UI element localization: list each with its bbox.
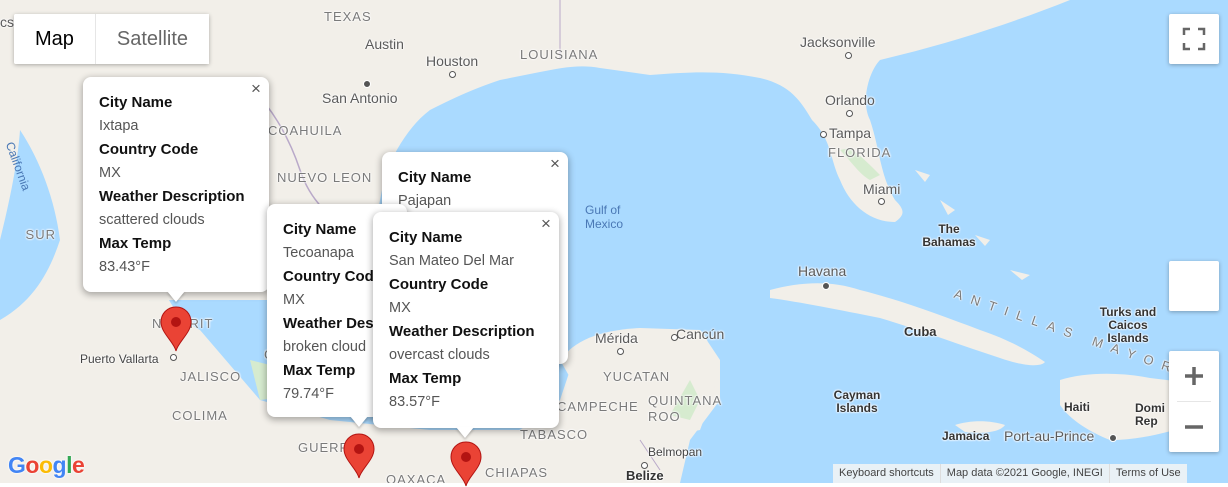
city-dot [845, 52, 852, 59]
city-label: Austin [365, 36, 404, 52]
city-dot [449, 71, 456, 78]
city-label: San Antonio [322, 90, 398, 106]
google-logo[interactable]: Google [8, 452, 85, 479]
city-dot [820, 131, 827, 138]
city-name-value: San Mateo Del Mar [389, 252, 514, 269]
max-temp-value: 83.43°F [99, 258, 150, 275]
weather-description-value: scattered clouds [99, 211, 205, 228]
city-name-heading: City Name [389, 229, 463, 246]
info-window-tail [167, 291, 185, 302]
city-name-value: Ixtapa [99, 117, 139, 134]
state-label: LOUISIANA [520, 47, 599, 62]
country-code-heading: Country Code [389, 276, 489, 293]
country-label: Jamaica [942, 429, 990, 443]
state-label: COAHUILA [268, 123, 343, 138]
city-label: Belmopan [648, 445, 703, 459]
map-pin-icon[interactable] [160, 306, 192, 352]
city-dot [1109, 434, 1117, 442]
map-pin-icon[interactable] [450, 441, 482, 487]
city-label: Havana [798, 263, 847, 279]
city-label: Puerto Vallarta [80, 352, 159, 366]
minus-icon [1185, 425, 1203, 429]
country-code-value: MX [99, 164, 121, 181]
info-window-tail [350, 416, 368, 427]
city-dot [170, 354, 177, 361]
city-dot [878, 198, 885, 205]
close-icon[interactable]: × [539, 215, 553, 232]
max-temp-value: 83.57°F [389, 393, 440, 410]
city-label: Houston [426, 53, 479, 69]
zoom-out-button[interactable] [1169, 402, 1219, 452]
logo-letter: G [8, 452, 26, 478]
city-dot [617, 348, 624, 355]
map-data-attribution: Map data ©2021 Google, INEGI [939, 464, 1109, 483]
city-label: Mérida [595, 330, 638, 346]
city-label: Jacksonville [800, 34, 876, 50]
logo-letter: o [25, 452, 39, 478]
state-label: FLORIDA [828, 145, 892, 160]
state-label: SUR [25, 227, 56, 242]
state-label: CHIAPAS [485, 465, 549, 480]
max-temp-heading: Max Temp [389, 370, 462, 387]
state-label: TABASCO [520, 427, 589, 442]
attribution-bar: Keyboard shortcuts Map data ©2021 Google… [833, 464, 1187, 483]
max-temp-heading: Max Temp [99, 235, 172, 252]
state-label: QUINTANA ROO [648, 393, 722, 424]
info-window-tail [456, 427, 474, 438]
terms-of-use-link[interactable]: Terms of Use [1108, 464, 1187, 483]
state-label: OAXACA [386, 472, 447, 483]
map-view-button[interactable]: Map [14, 14, 95, 64]
map-type-control: Map Satellite [14, 14, 210, 64]
country-label: Cuba [904, 324, 937, 339]
info-window: × City Name Ixtapa Country Code MX Weath… [83, 77, 269, 292]
city-label: Belize [626, 468, 664, 483]
city-label: Cancún [676, 326, 725, 342]
weather-description-heading: Weather Description [389, 323, 535, 340]
logo-letter: o [38, 452, 53, 478]
country-code-heading: Country Code [99, 141, 199, 158]
weather-description-heading: Weather Description [99, 188, 245, 205]
city-dot [822, 282, 830, 290]
info-window: × City Name San Mateo Del Mar Country Co… [373, 212, 559, 428]
weather-description-value: overcast clouds [389, 346, 490, 363]
water-label: Gulf of Mexico [585, 203, 624, 231]
logo-letter: e [71, 452, 85, 478]
city-dot [363, 80, 371, 88]
logo-letter: g [52, 452, 67, 478]
state-label: GUERRERO [298, 440, 346, 455]
map-pin-icon[interactable] [343, 433, 375, 479]
state-label: YUCATAN [603, 369, 671, 384]
city-label: Tampa [829, 125, 872, 141]
country-code-value: MX [389, 299, 411, 316]
plus-icon [1185, 367, 1203, 385]
close-icon[interactable]: × [249, 80, 263, 97]
city-label: Port-au-Prince [1004, 428, 1095, 444]
state-label: NUEVO LEON [277, 170, 373, 185]
street-view-button[interactable] [1169, 261, 1219, 311]
state-label: JALISCO [180, 369, 242, 384]
close-icon[interactable]: × [548, 155, 562, 172]
fullscreen-button[interactable] [1169, 14, 1219, 64]
city-label: Haiti [1064, 400, 1091, 414]
satellite-view-button[interactable]: Satellite [94, 14, 210, 64]
country-label: The Bahamas [922, 222, 976, 249]
zoom-in-button[interactable] [1169, 351, 1219, 401]
fullscreen-icon [1182, 27, 1206, 51]
city-name-heading: City Name [398, 169, 472, 186]
keyboard-shortcuts-link[interactable]: Keyboard shortcuts [833, 464, 940, 483]
city-label: Miami [863, 181, 901, 197]
state-label: CAMPECHE [557, 399, 639, 414]
country-label: Cayman Islands [833, 388, 881, 415]
city-name-value: Pajapan [398, 192, 452, 209]
city-dot [671, 334, 678, 341]
city-dot [846, 110, 853, 117]
zoom-control [1169, 351, 1219, 452]
country-label: Domi Rep [1135, 401, 1165, 428]
state-label: COLIMA [172, 408, 228, 423]
city-label: Orlando [825, 92, 875, 108]
state-label: TEXAS [324, 9, 372, 24]
city-name-heading: City Name [99, 94, 173, 111]
